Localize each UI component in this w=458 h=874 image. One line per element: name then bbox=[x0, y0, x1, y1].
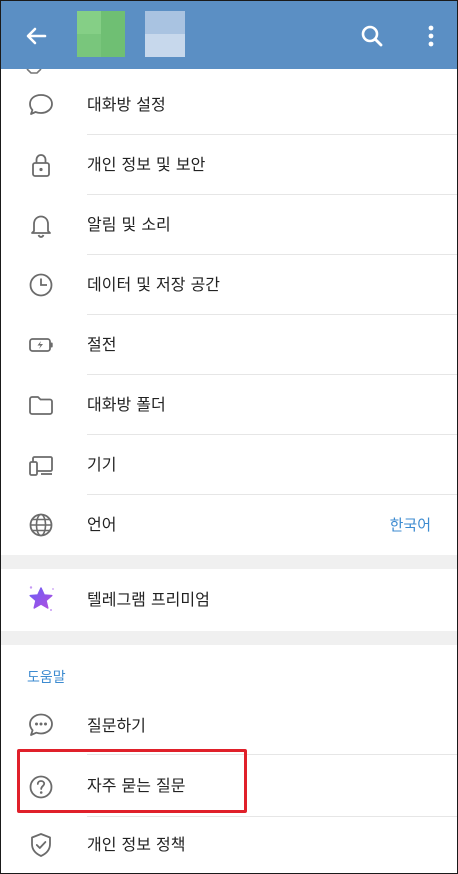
premium-label: 텔레그램 프리미엄 bbox=[87, 590, 210, 609]
clock-icon bbox=[25, 269, 57, 301]
settings-item-label: 대화방 폴더 bbox=[87, 395, 166, 414]
help-section-header: 도움말 bbox=[1, 645, 457, 697]
settings-item-folders[interactable]: 대화방 폴더 bbox=[1, 375, 457, 435]
profile-name bbox=[145, 11, 185, 57]
settings-item-label: 기기 bbox=[87, 455, 117, 474]
search-button[interactable] bbox=[357, 21, 387, 51]
settings-item-chat[interactable]: 대화방 설정 bbox=[1, 75, 457, 135]
arrow-left-icon bbox=[26, 27, 47, 45]
faq-highlight-box bbox=[17, 749, 247, 813]
shield-check-icon bbox=[25, 829, 57, 861]
bell-icon bbox=[25, 209, 57, 241]
help-item-ask-question[interactable]: 질문하기 bbox=[1, 697, 457, 755]
star-icon bbox=[25, 583, 57, 615]
settings-item-notifications[interactable]: 알림 및 소리 bbox=[1, 195, 457, 255]
chat-dots-icon bbox=[25, 709, 57, 741]
settings-item-devices[interactable]: 기기 bbox=[1, 435, 457, 495]
settings-item-data[interactable]: 데이터 및 저장 공간 bbox=[1, 255, 457, 315]
help-item-label: 개인 정보 정책 bbox=[87, 835, 186, 854]
app-header bbox=[1, 1, 457, 69]
devices-icon bbox=[25, 449, 57, 481]
section-separator bbox=[1, 555, 457, 569]
settings-item-label: 대화방 설정 bbox=[87, 95, 166, 114]
search-icon bbox=[361, 25, 383, 47]
settings-item-label: 개인 정보 및 보안 bbox=[87, 155, 206, 174]
folder-icon bbox=[25, 389, 57, 421]
back-button[interactable] bbox=[19, 19, 53, 53]
help-item-privacy-policy[interactable]: 개인 정보 정책 bbox=[1, 817, 457, 873]
settings-item-label: 데이터 및 저장 공간 bbox=[87, 275, 221, 294]
help-header-label: 도움말 bbox=[27, 670, 66, 686]
chat-bubble-icon bbox=[25, 89, 57, 121]
more-button[interactable] bbox=[419, 21, 443, 51]
settings-item-label: 언어 bbox=[87, 515, 117, 534]
globe-icon bbox=[25, 509, 57, 541]
settings-item-label: 절전 bbox=[87, 335, 117, 354]
help-item-label: 질문하기 bbox=[87, 716, 146, 735]
language-value: 한국어 bbox=[389, 516, 431, 534]
lock-icon bbox=[25, 149, 57, 181]
settings-item-label: 알림 및 소리 bbox=[87, 215, 171, 234]
section-separator bbox=[1, 631, 457, 645]
avatar[interactable] bbox=[77, 11, 125, 57]
settings-item-language[interactable]: 언어 한국어 bbox=[1, 495, 457, 555]
premium-item[interactable]: 텔레그램 프리미엄 bbox=[1, 569, 457, 631]
settings-item-power-saving[interactable]: 절전 bbox=[1, 315, 457, 375]
settings-item-privacy[interactable]: 개인 정보 및 보안 bbox=[1, 135, 457, 195]
battery-icon bbox=[25, 329, 57, 361]
more-vertical-icon bbox=[428, 25, 434, 47]
